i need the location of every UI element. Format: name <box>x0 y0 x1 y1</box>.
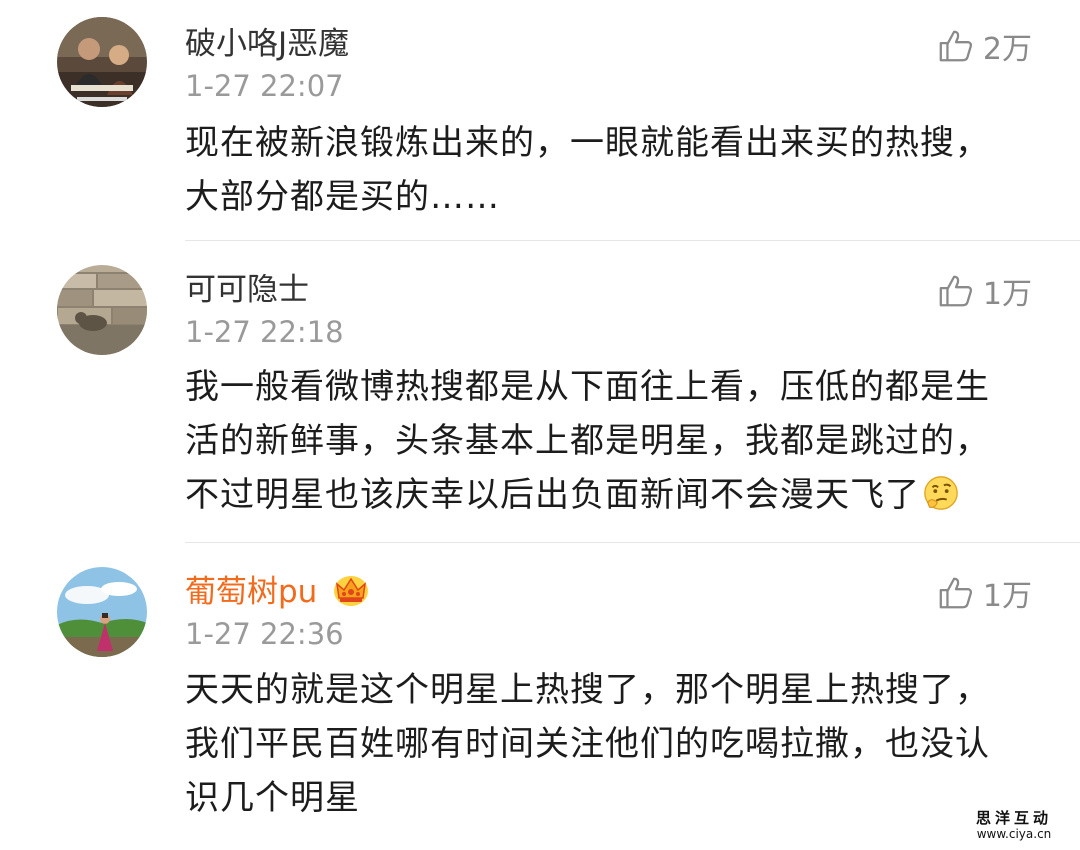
comment-text: 现在被新浪锻炼出来的，一眼就能看出来买的热搜， 大部分都是买的…… <box>185 116 1035 224</box>
comment-line: 我们平民百姓哪有时间关注他们的吃喝拉撒，也没认 <box>185 724 990 764</box>
comment-text: 我一般看微博热搜都是从下面往上看，压低的都是生 活的新鲜事，头条基本上都是明星，… <box>185 360 1035 522</box>
photo-avatar-stone-wall <box>57 265 147 355</box>
like-count: 1万 <box>982 579 1032 614</box>
comment-line: 活的新鲜事，头条基本上都是明星，我都是跳过的， <box>185 421 990 461</box>
thinking-emoji-icon <box>924 476 958 510</box>
photo-avatar-landscape-girl <box>57 567 147 657</box>
watermark: 思洋互动 www.ciya.cn <box>952 806 1076 846</box>
like-count: 1万 <box>982 277 1032 312</box>
comment-time: 1-27 22:36 <box>185 617 344 651</box>
thumbs-up-icon <box>939 275 972 307</box>
comment-line: 大部分都是买的…… <box>185 177 500 217</box>
like-button[interactable]: 1万 <box>937 269 1032 313</box>
username[interactable]: 可可隐士 <box>185 270 309 310</box>
comment-item: 破小咯J恶魔 1-27 22:07 2万 现在被新浪锻炼出来的，一眼就能看出来买… <box>0 0 1080 241</box>
comment-time: 1-27 22:18 <box>185 315 344 349</box>
comment-list: 破小咯J恶魔 1-27 22:07 2万 现在被新浪锻炼出来的，一眼就能看出来买… <box>0 0 1080 850</box>
avatar[interactable] <box>57 17 147 107</box>
avatar[interactable] <box>57 567 147 657</box>
comment-line: 识几个明星 <box>185 778 360 818</box>
avatar[interactable] <box>57 265 147 355</box>
comment-line: 我一般看微博热搜都是从下面往上看，压低的都是生 <box>185 367 990 407</box>
comment-line: 不过明星也该庆幸以后出负面新闻不会漫天飞了 <box>185 468 1035 522</box>
comment-line: 天天的就是这个明星上热搜了，那个明星上热搜了， <box>185 670 990 710</box>
comment-time: 1-27 22:07 <box>185 69 344 103</box>
thumbs-up-icon <box>939 577 972 609</box>
watermark-url: www.ciya.cn <box>976 827 1052 841</box>
watermark-title: 思洋互动 <box>975 809 1052 827</box>
comment-line: 现在被新浪锻炼出来的，一眼就能看出来买的热搜， <box>185 123 990 163</box>
username[interactable]: 破小咯J恶魔 <box>185 24 349 64</box>
comment-item: 可可隐士 1-27 22:18 1万 我一般看微博热搜都是从下面往上看，压低的都… <box>0 241 1080 543</box>
like-button[interactable]: 1万 <box>937 571 1032 615</box>
username[interactable]: 葡萄树pu <box>185 572 317 612</box>
like-button[interactable]: 2万 <box>937 24 1032 68</box>
comment-line-text: 不过明星也该庆幸以后出负面新闻不会漫天飞了 <box>185 475 920 515</box>
comment-text: 天天的就是这个明星上热搜了，那个明星上热搜了， 我们平民百姓哪有时间关注他们的吃… <box>185 663 1035 825</box>
vip-crown-icon <box>334 576 368 606</box>
comment-item: 葡萄树pu 1-27 22:36 1万 天天的就是这个明星上热搜了，那个明星上热… <box>0 543 1080 850</box>
like-count: 2万 <box>982 32 1032 67</box>
thumbs-up-icon <box>939 30 972 62</box>
photo-avatar-people <box>57 17 147 107</box>
